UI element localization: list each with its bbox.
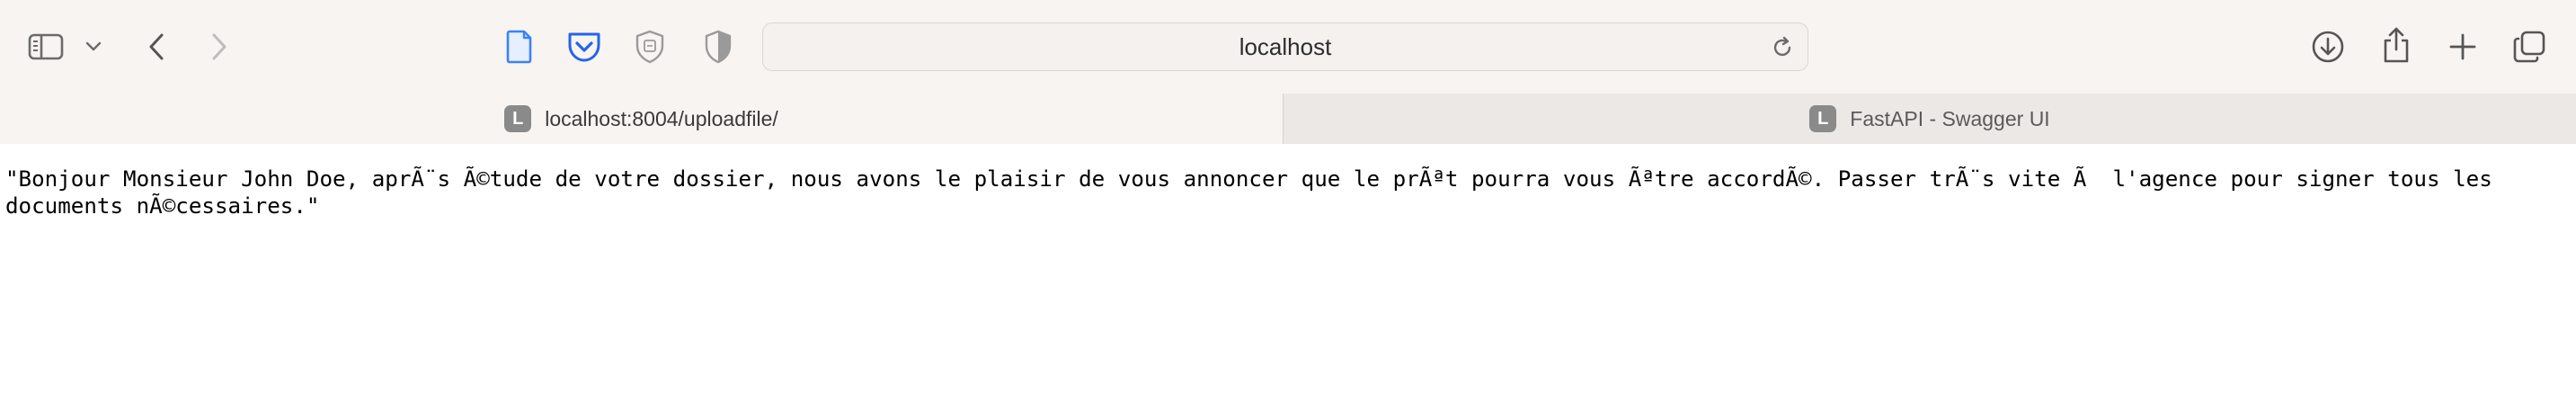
tab-uploadfile[interactable]: L localhost:8004/uploadfile/ [0, 94, 1284, 144]
share-icon [2381, 26, 2412, 64]
privacy-report-button[interactable] [631, 27, 669, 67]
reload-icon [1770, 36, 1795, 64]
address-text[interactable]: localhost [763, 23, 1808, 70]
download-icon [2311, 30, 2345, 64]
tab-strip: L localhost:8004/uploadfile/ L FastAPI -… [0, 94, 2576, 144]
forward-button[interactable] [203, 27, 235, 67]
forward-arrow-icon [210, 32, 228, 61]
reader-page-icon [506, 30, 533, 64]
favicon-icon: L [504, 105, 532, 132]
downloads-button[interactable] [2308, 27, 2348, 67]
address-bar[interactable]: localhost [762, 22, 1808, 71]
half-shield-extension-icon [704, 30, 733, 64]
back-arrow-icon [147, 32, 165, 61]
response-text: "Bonjour Monsieur John Doe, aprÃ¨s Ã©tud… [5, 166, 2506, 219]
extension-button[interactable] [699, 27, 737, 67]
sidebar-menu-button[interactable] [83, 36, 104, 58]
browser-toolbar: localhost [0, 0, 2576, 94]
plus-icon [2448, 32, 2477, 61]
privacy-report-shield-icon [635, 30, 665, 64]
share-button[interactable] [2376, 23, 2416, 67]
browser-window: localhost L localhost:8004/uploadfile/ L… [0, 0, 2576, 412]
chevron-down-icon [85, 41, 102, 52]
favicon-icon: L [1809, 105, 1837, 132]
sidebar-icon [28, 32, 64, 61]
pocket-icon [566, 31, 602, 63]
pocket-button[interactable] [564, 27, 604, 67]
reader-button[interactable] [502, 27, 537, 67]
new-tab-button[interactable] [2443, 27, 2483, 67]
back-button[interactable] [140, 27, 173, 67]
page-content: "Bonjour Monsieur John Doe, aprÃ¨s Ã©tud… [0, 144, 2576, 412]
reload-button[interactable] [1770, 35, 1795, 60]
tab-title: localhost:8004/uploadfile/ [545, 106, 778, 130]
tab-title: FastAPI - Swagger UI [1850, 106, 2050, 130]
sidebar-toggle-button[interactable] [25, 27, 67, 67]
tab-overview-button[interactable] [2509, 27, 2549, 67]
tab-swagger-ui[interactable]: L FastAPI - Swagger UI [1284, 94, 2576, 144]
tab-overview-icon [2512, 30, 2546, 64]
